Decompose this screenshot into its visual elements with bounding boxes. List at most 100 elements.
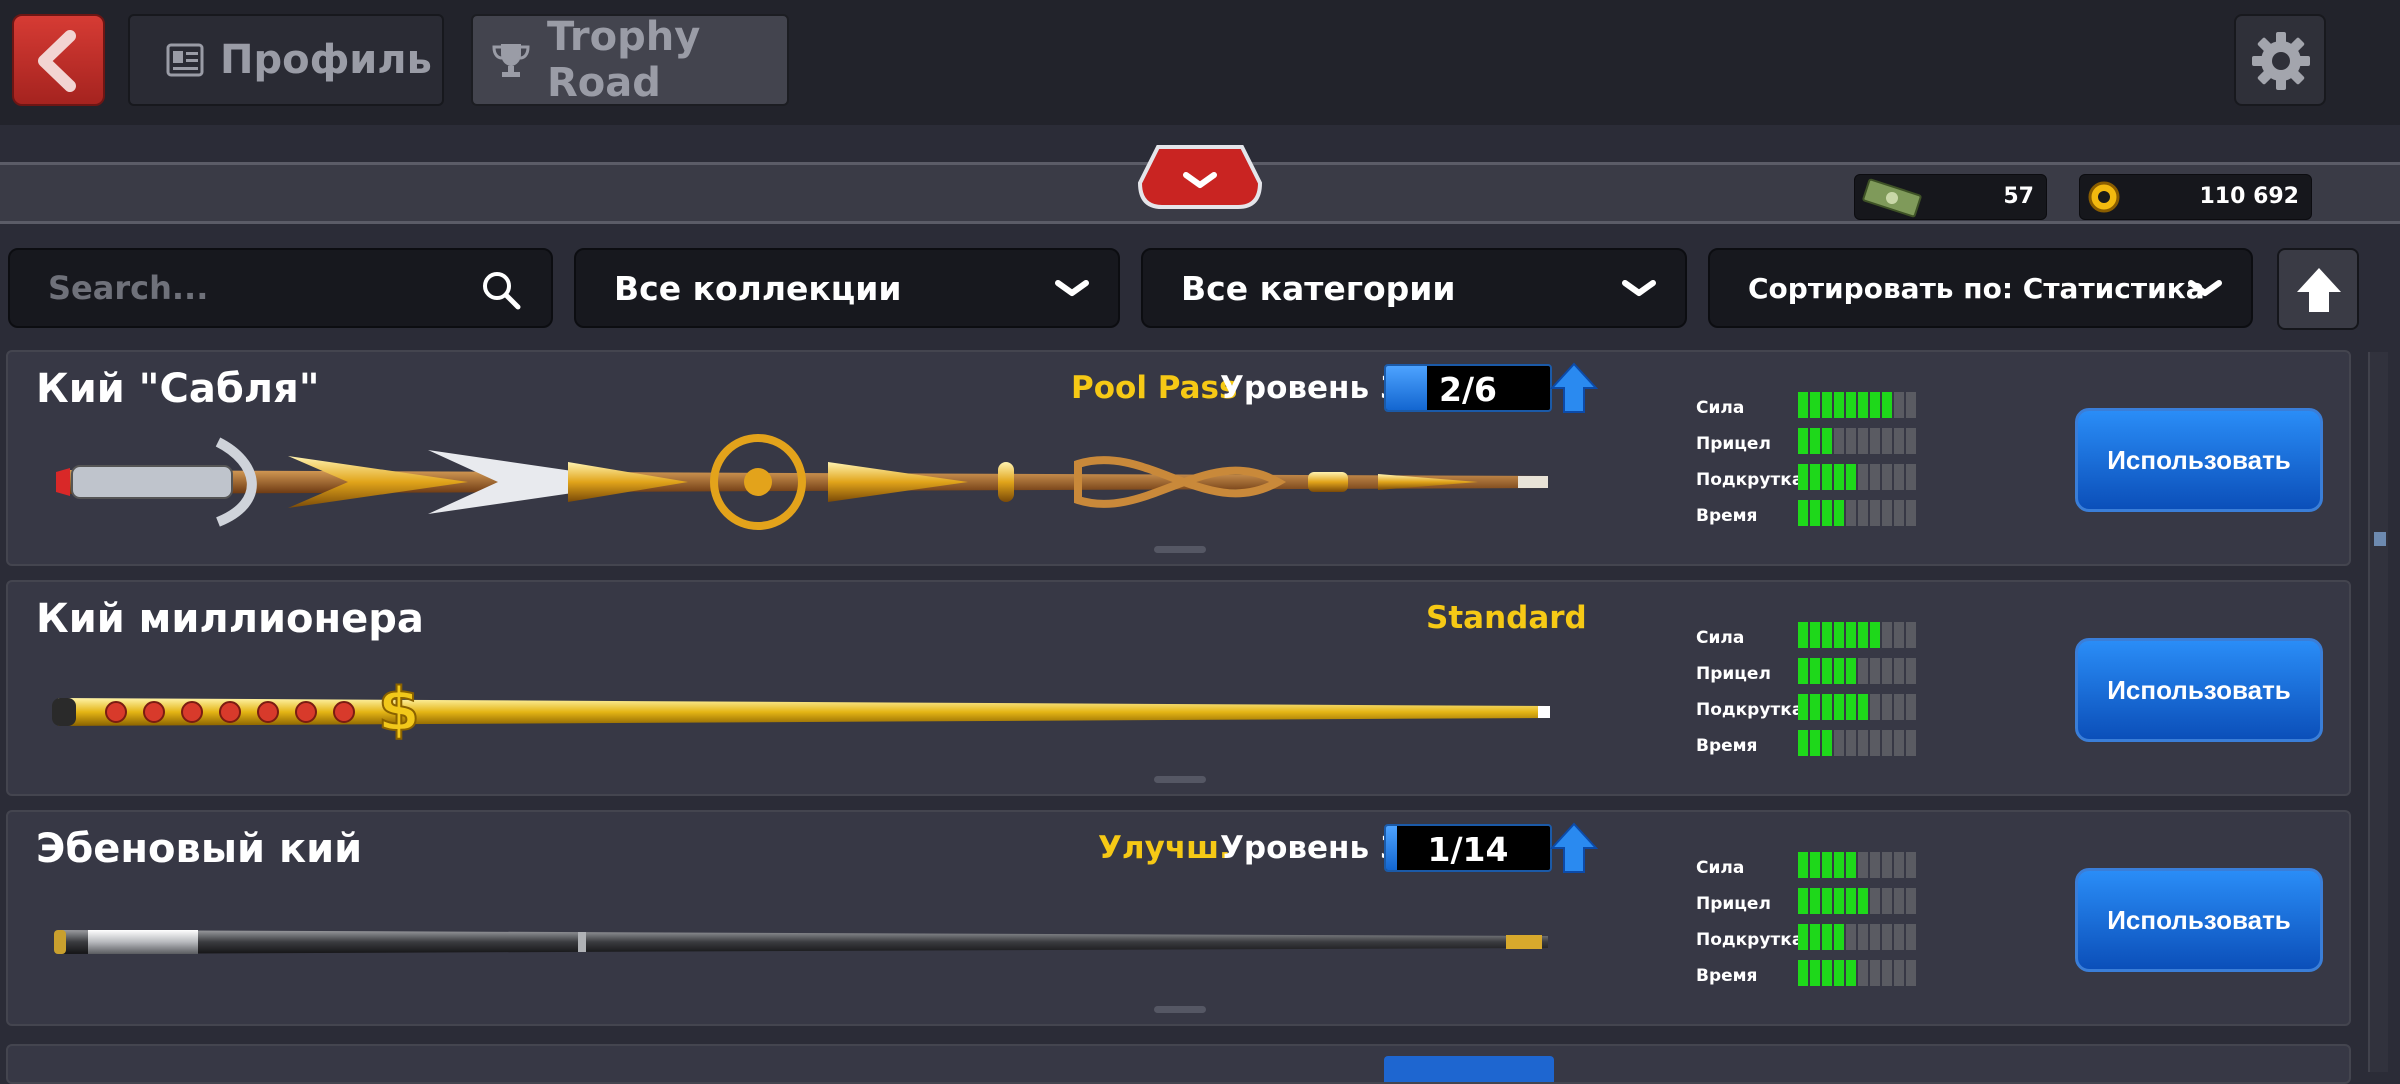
stat-segment bbox=[1810, 464, 1820, 490]
stat-segment bbox=[1810, 392, 1820, 418]
stat-meter bbox=[1798, 428, 1916, 454]
stat-segment bbox=[1810, 658, 1820, 684]
tab-profile[interactable]: Профиль bbox=[128, 14, 444, 106]
stat-segment bbox=[1882, 960, 1892, 986]
cue-tag: Standard bbox=[1426, 600, 1587, 636]
progress-text: 2/6 bbox=[1439, 370, 1497, 409]
stat-segment bbox=[1822, 852, 1832, 878]
trophy-icon bbox=[491, 42, 531, 78]
stat-meter bbox=[1798, 924, 1916, 950]
upgrade-arrow-icon[interactable] bbox=[1550, 362, 1598, 414]
stat-segment bbox=[1834, 392, 1844, 418]
cue-level: Уровень 3 bbox=[1220, 830, 1402, 866]
upgrade-progress-bar: 2/6 bbox=[1384, 364, 1552, 412]
stat-segment bbox=[1858, 392, 1868, 418]
use-cue-button[interactable]: Использовать bbox=[2075, 868, 2323, 972]
scrollbar-thumb[interactable] bbox=[2374, 532, 2386, 546]
stat-segment bbox=[1846, 888, 1856, 914]
stat-segment bbox=[1906, 960, 1916, 986]
stat-segment bbox=[1846, 960, 1856, 986]
collapse-panel-button[interactable] bbox=[1138, 143, 1262, 211]
stat-segment bbox=[1858, 924, 1868, 950]
tab-trophy-road[interactable]: Trophy Road bbox=[471, 14, 789, 106]
stat-segment bbox=[1834, 852, 1844, 878]
stat-segment bbox=[1822, 888, 1832, 914]
stat-meter bbox=[1798, 392, 1916, 418]
stat-segment bbox=[1798, 622, 1808, 648]
stat-segment bbox=[1870, 500, 1880, 526]
stat-segment bbox=[1846, 658, 1856, 684]
use-cue-button[interactable]: Использовать bbox=[2075, 638, 2323, 742]
collections-dropdown[interactable]: Все коллекции bbox=[574, 248, 1120, 328]
scrollbar[interactable] bbox=[2368, 352, 2388, 1072]
stat-segment bbox=[1870, 852, 1880, 878]
stat-label: Сила bbox=[1696, 628, 1745, 648]
stat-meter bbox=[1798, 464, 1916, 490]
use-cue-button[interactable]: Использовать bbox=[2075, 408, 2323, 512]
stat-segment bbox=[1834, 658, 1844, 684]
upgrade-arrow-icon[interactable] bbox=[1550, 822, 1598, 874]
stat-segment bbox=[1894, 960, 1904, 986]
back-button[interactable] bbox=[12, 14, 105, 106]
stat-segment bbox=[1834, 960, 1844, 986]
stat-meter bbox=[1798, 888, 1916, 914]
stat-segment bbox=[1858, 852, 1868, 878]
stat-meter bbox=[1798, 730, 1916, 756]
cue-card: Кий миллионера Standard $ Сила Прицел Подк… bbox=[6, 580, 2351, 796]
categories-dropdown[interactable]: Все категории bbox=[1141, 248, 1687, 328]
tab-trophy-road-label: Trophy Road bbox=[547, 14, 701, 106]
stat-meter bbox=[1798, 622, 1916, 648]
sort-dropdown[interactable]: Сортировать по: Статистика bbox=[1708, 248, 2253, 328]
stat-segment bbox=[1846, 622, 1856, 648]
stat-label: Сила bbox=[1696, 858, 1745, 878]
stat-label: Время bbox=[1696, 736, 1758, 756]
stat-segment bbox=[1858, 428, 1868, 454]
stat-segment bbox=[1906, 658, 1916, 684]
stat-segment bbox=[1894, 464, 1904, 490]
stat-segment bbox=[1882, 658, 1892, 684]
stat-segment bbox=[1822, 924, 1832, 950]
tab-profile-label: Профиль bbox=[220, 37, 432, 83]
stat-segment bbox=[1906, 730, 1916, 756]
stat-segment bbox=[1846, 694, 1856, 720]
stat-segment bbox=[1882, 924, 1892, 950]
stat-segment bbox=[1858, 888, 1868, 914]
stat-segment bbox=[1870, 392, 1880, 418]
stat-segment bbox=[1882, 852, 1892, 878]
stat-segment bbox=[1834, 730, 1844, 756]
stat-segment bbox=[1858, 960, 1868, 986]
stat-meter bbox=[1798, 694, 1916, 720]
cash-icon bbox=[1862, 178, 1922, 218]
sort-direction-button[interactable] bbox=[2277, 248, 2359, 330]
chevron-down-icon bbox=[2188, 280, 2222, 296]
top-bar: Профиль Trophy Road bbox=[0, 0, 2400, 125]
stat-segment bbox=[1834, 888, 1844, 914]
stat-segment bbox=[1870, 694, 1880, 720]
cash-balance: 57 bbox=[1854, 174, 2047, 220]
settings-button[interactable] bbox=[2234, 14, 2326, 106]
stat-segment bbox=[1906, 622, 1916, 648]
stat-segment bbox=[1870, 960, 1880, 986]
stat-segment bbox=[1858, 730, 1868, 756]
stat-segment bbox=[1870, 428, 1880, 454]
stat-meter bbox=[1798, 960, 1916, 986]
stat-label: Время bbox=[1696, 966, 1758, 986]
search-icon[interactable] bbox=[481, 270, 521, 310]
stat-segment bbox=[1810, 500, 1820, 526]
stat-segment bbox=[1846, 730, 1856, 756]
stat-segment bbox=[1822, 960, 1832, 986]
search-box bbox=[8, 248, 553, 328]
cue-name: Эбеновый кий bbox=[36, 826, 363, 872]
stat-segment bbox=[1846, 428, 1856, 454]
stat-meter bbox=[1798, 500, 1916, 526]
stat-segment bbox=[1798, 658, 1808, 684]
sort-dropdown-label: Сортировать по: Статистика bbox=[1748, 271, 2205, 305]
stat-segment bbox=[1798, 428, 1808, 454]
stat-segment bbox=[1798, 960, 1808, 986]
svg-text:$: $ bbox=[378, 675, 420, 745]
coin-icon bbox=[2088, 181, 2120, 213]
stat-segment bbox=[1894, 622, 1904, 648]
stat-segment bbox=[1858, 658, 1868, 684]
search-input[interactable] bbox=[46, 268, 450, 308]
stat-segment bbox=[1834, 924, 1844, 950]
